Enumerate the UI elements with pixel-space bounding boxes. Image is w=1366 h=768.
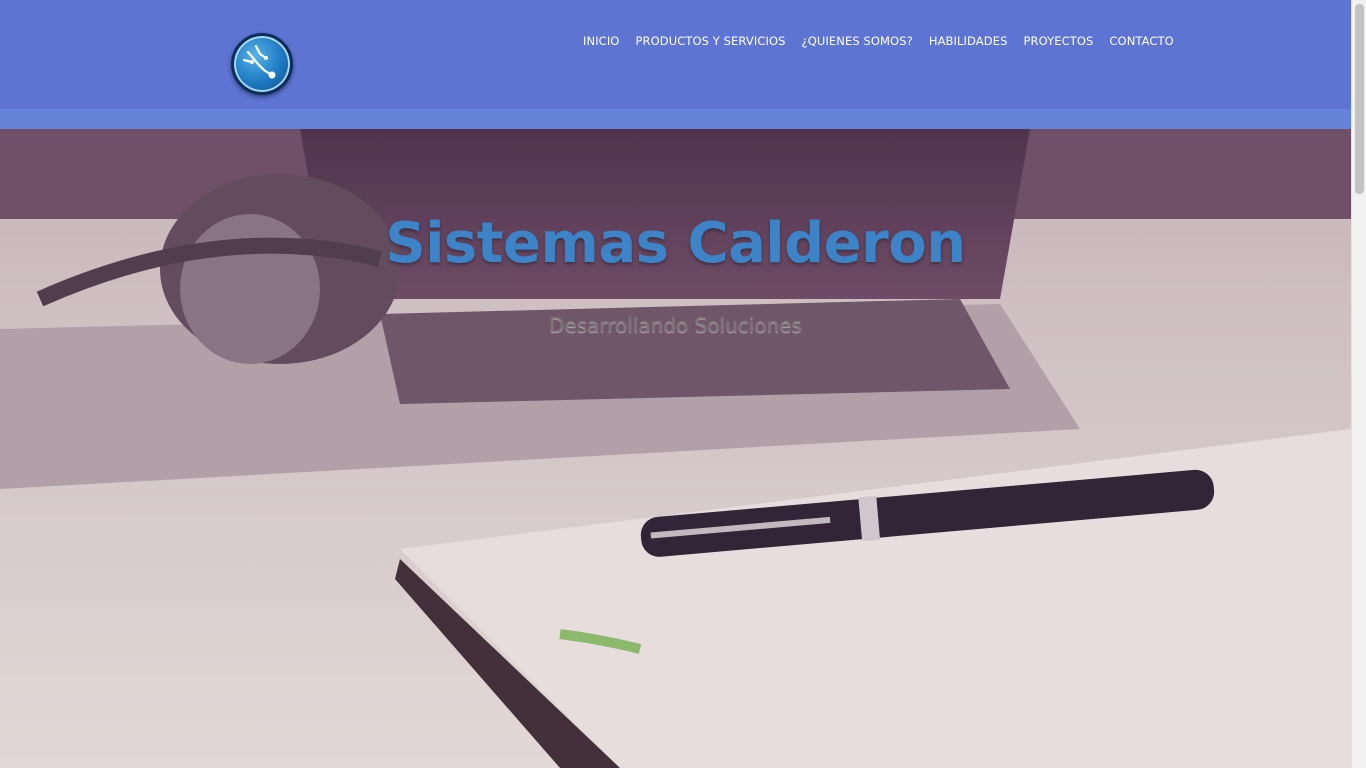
hero-title: Sistemas Calderon [385,211,966,276]
nav-productos-servicios[interactable]: PRODUCTOS Y SERVICIOS [627,33,793,49]
nav-quienes-somos[interactable]: ¿QUIENES SOMOS? [794,33,921,49]
main-nav: INICIO PRODUCTOS Y SERVICIOS ¿QUIENES SO… [575,33,1182,49]
nav-contacto[interactable]: CONTACTO [1101,33,1181,49]
nav-proyectos[interactable]: PROYECTOS [1015,33,1101,49]
hero-section: Sistemas Calderon Desarrollando Solucion… [0,129,1351,768]
page-scrollbar[interactable] [1351,0,1366,768]
nav-habilidades[interactable]: HABILIDADES [921,33,1016,49]
nav-inicio[interactable]: INICIO [575,33,627,49]
header-subbar [0,109,1351,129]
scrollbar-thumb[interactable] [1355,4,1364,194]
hero-subtitle: Desarrollando Soluciones [549,313,802,337]
site-header: INICIO PRODUCTOS Y SERVICIOS ¿QUIENES SO… [0,0,1351,109]
circuit-logo-icon[interactable] [231,33,293,95]
